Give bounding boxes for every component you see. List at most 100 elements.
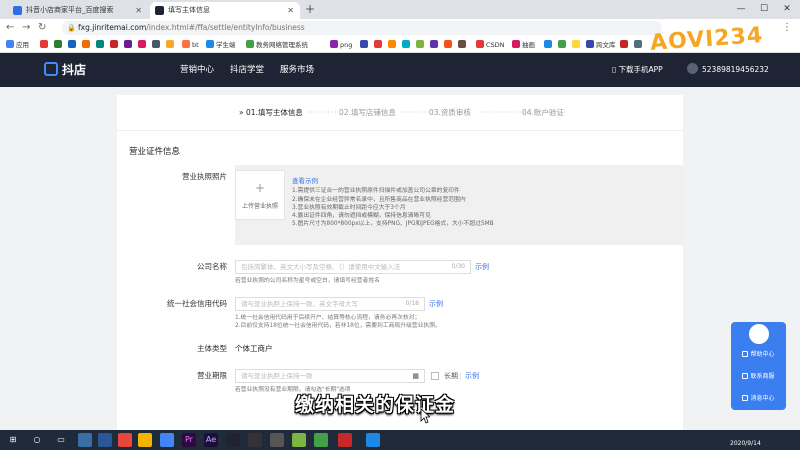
- url-path: /index.html#/ffa/settle/entityInfo/busin…: [146, 23, 305, 32]
- message-center-button[interactable]: 消息中心: [731, 394, 786, 404]
- download-app-link[interactable]: ▯ 下载手机APP: [612, 64, 663, 76]
- bookmark-csdn[interactable]: CSDN: [476, 39, 505, 51]
- bookmark-icon: [124, 40, 132, 48]
- bookmark-icon: [430, 40, 438, 48]
- tab-baidu-search[interactable]: 抖音小店商家平台_百度搜索 ✕: [8, 2, 148, 19]
- business-term-input[interactable]: 请与营业执照上保持一致 ▦: [235, 369, 425, 383]
- app-icon[interactable]: [138, 433, 152, 447]
- brand-logo[interactable]: 抖店: [44, 62, 86, 78]
- bookmark-apps[interactable]: 应用: [6, 39, 29, 51]
- premiere-icon[interactable]: Pr: [182, 433, 196, 447]
- bookmark-icon: [40, 40, 48, 48]
- bookmark-icon: [620, 40, 628, 48]
- bookmark-favicon[interactable]: [572, 39, 582, 51]
- app-icon[interactable]: [292, 433, 306, 447]
- chrome-icon[interactable]: [160, 433, 174, 447]
- license-upload-button[interactable]: + 上传营业执照: [235, 170, 285, 220]
- bookmark-favicon[interactable]: [444, 39, 454, 51]
- service-avatar-icon[interactable]: [747, 322, 771, 346]
- company-name-example-link[interactable]: 示例: [475, 261, 489, 273]
- bookmark-icon: [458, 40, 466, 48]
- bookmark-favicon[interactable]: [82, 39, 92, 51]
- menu-dots-icon[interactable]: ⋮: [782, 21, 792, 35]
- close-tab-icon[interactable]: ✕: [287, 2, 294, 19]
- credit-code-example-link[interactable]: 示例: [429, 298, 443, 310]
- bookmark-favicon[interactable]: [458, 39, 468, 51]
- bookmark-favicon[interactable]: [634, 39, 644, 51]
- bookmark-favicon[interactable]: [360, 39, 370, 51]
- bookmark-favicon[interactable]: [54, 39, 64, 51]
- contact-service-button[interactable]: 联系商服: [731, 372, 786, 382]
- bookmark-icon: [360, 40, 368, 48]
- bookmark-wenku[interactable]: 跨文库: [586, 39, 616, 51]
- doudian-logo-icon: [44, 62, 58, 76]
- long-term-checkbox[interactable]: [431, 372, 439, 380]
- app-icon[interactable]: [226, 433, 240, 447]
- record-icon[interactable]: [338, 433, 352, 447]
- bookmark-favicon[interactable]: [558, 39, 568, 51]
- bookmark-png[interactable]: png: [330, 39, 352, 51]
- bookmark-student[interactable]: 学生端: [206, 39, 236, 51]
- search-icon[interactable]: ○: [30, 433, 44, 447]
- new-tab-button[interactable]: +: [305, 2, 315, 17]
- app-icon[interactable]: [248, 433, 262, 447]
- task-view-icon[interactable]: ▭: [54, 433, 68, 447]
- taskbar-date: 2020/9/14: [730, 440, 761, 447]
- bookmark-favicon[interactable]: [138, 39, 148, 51]
- help-icon: [742, 351, 749, 357]
- bookmark-favicon[interactable]: [124, 39, 134, 51]
- forward-arrow-icon[interactable]: →: [22, 21, 30, 35]
- maximize-button[interactable]: ☐: [753, 0, 775, 19]
- step-4: 04.账户验证: [522, 108, 564, 117]
- nav-doudian-academy[interactable]: 抖店学堂: [230, 63, 264, 77]
- bookmark-bt[interactable]: bt: [182, 39, 199, 51]
- view-example-link[interactable]: 查看示例: [292, 177, 494, 185]
- bookmark-icon: [96, 40, 104, 48]
- windows-start-icon[interactable]: ⊞: [6, 433, 20, 447]
- bookmark-drawing[interactable]: 抽画: [512, 39, 535, 51]
- bookmark-favicon[interactable]: [96, 39, 106, 51]
- site-header: 抖店 营销中心 抖店学堂 服务市场 ▯ 下载手机APP 523898194562…: [0, 53, 800, 87]
- bookmark-favicon[interactable]: [110, 39, 120, 51]
- bookmark-academic-system[interactable]: 教务网络管理系统: [246, 39, 308, 51]
- tab-entity-info[interactable]: 填写主体信息 ✕: [150, 2, 300, 19]
- nav-marketing-center[interactable]: 营销中心: [180, 63, 214, 77]
- app-icon[interactable]: [314, 433, 328, 447]
- bookmark-favicon[interactable]: [40, 39, 50, 51]
- bookmark-favicon[interactable]: [620, 39, 630, 51]
- business-term-example-link[interactable]: 示例: [465, 370, 479, 382]
- calendar-icon[interactable]: ▦: [412, 370, 419, 382]
- file-explorer-icon[interactable]: [78, 433, 92, 447]
- avatar[interactable]: [687, 63, 698, 74]
- company-name-input[interactable]: 包括简繁体、英文大小写及空格、（）请使用中文输入法 0/30: [235, 260, 471, 274]
- nav-service-market[interactable]: 服务市场: [280, 63, 314, 77]
- back-arrow-icon[interactable]: ←: [6, 21, 14, 35]
- bookmark-favicon[interactable]: [430, 39, 440, 51]
- app-icon[interactable]: [118, 433, 132, 447]
- bookmark-favicon[interactable]: [402, 39, 412, 51]
- app-icon[interactable]: [366, 433, 380, 447]
- bookmark-favicon[interactable]: [416, 39, 426, 51]
- minimize-button[interactable]: —: [730, 0, 752, 19]
- close-tab-icon[interactable]: ✕: [135, 2, 142, 19]
- close-window-button[interactable]: ✕: [776, 0, 798, 19]
- license-tips: 查看示例 1.需提供三证合一的营业执照原件扫描件或加盖公司公章的复印件 2.确保…: [292, 177, 494, 229]
- bookmark-favicon[interactable]: [152, 39, 162, 51]
- student-icon: [206, 40, 214, 48]
- step-3: 03.资质审核: [429, 108, 471, 117]
- app-icon[interactable]: [98, 433, 112, 447]
- after-effects-icon[interactable]: Ae: [204, 433, 218, 447]
- step-divider: ·········: [400, 108, 431, 117]
- help-center-button[interactable]: 帮助中心: [731, 350, 786, 360]
- bookmark-favicon[interactable]: [388, 39, 398, 51]
- system-icon: [246, 40, 254, 48]
- app-icon[interactable]: [270, 433, 284, 447]
- credit-code-input[interactable]: 请与营业执照上保持一致，英文字母大写 0/18: [235, 297, 425, 311]
- bookmark-favicon[interactable]: [68, 39, 78, 51]
- url-field[interactable]: 🔒 fxg.jinritemai.com/index.html#/ffa/set…: [62, 21, 662, 35]
- bookmark-favicon[interactable]: [544, 39, 554, 51]
- reload-icon[interactable]: ↻: [38, 21, 46, 35]
- bookmark-favicon[interactable]: [374, 39, 384, 51]
- bookmark-favicon[interactable]: [166, 39, 176, 51]
- tab-label: 抖音小店商家平台_百度搜索: [26, 6, 114, 14]
